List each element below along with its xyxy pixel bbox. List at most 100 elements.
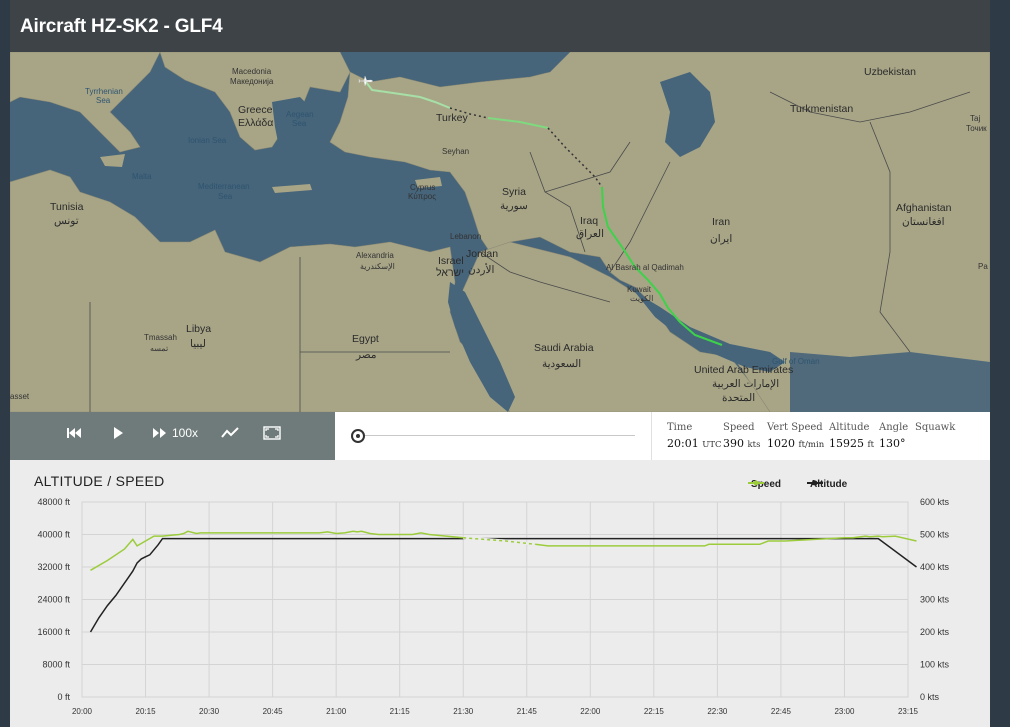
map-label: Alexandria xyxy=(356,251,394,260)
map-label: مصر xyxy=(356,349,377,361)
map-label: Saudi Arabia xyxy=(534,342,594,354)
title-bar: Aircraft HZ-SK2 - GLF4 xyxy=(10,0,990,52)
land-italy xyxy=(10,52,161,153)
map-label: Jordan xyxy=(466,248,499,260)
map-label: Точик xyxy=(966,124,987,133)
map-label: Aegean xyxy=(286,110,314,119)
map-label: Kuwait xyxy=(627,285,652,294)
info-angle: Angle 130° xyxy=(879,422,909,450)
y-right-tick-label: 100 kts xyxy=(920,660,950,670)
flight-info-panel: Time 20:01 UTC Speed 390 kts Vert Speed … xyxy=(651,412,990,460)
x-tick-label: 23:00 xyxy=(834,707,855,716)
map-label: سورية xyxy=(500,200,528,212)
fullscreen-button[interactable] xyxy=(263,426,281,440)
x-tick-label: 21:00 xyxy=(326,707,347,716)
map-label: تونس xyxy=(54,215,79,227)
map-label: Taj xyxy=(970,114,981,123)
map-label: Syria xyxy=(502,186,526,198)
map-label: Sea xyxy=(96,96,111,105)
y-left-tick-label: 0 ft xyxy=(57,692,70,702)
map-label: Lebanon xyxy=(450,232,482,241)
map-label: Pa xyxy=(978,262,988,271)
map-label: Turkmenistan xyxy=(790,103,854,115)
map-label: Gulf of Oman xyxy=(772,357,820,366)
map-label: الإسكندرية xyxy=(360,262,395,271)
speed-button[interactable]: 100x xyxy=(152,426,198,440)
graph-icon xyxy=(221,427,239,438)
map-label: Tyrrhenian xyxy=(85,87,123,96)
app-window: Aircraft HZ-SK2 - GLF4 Macedonia Македон… xyxy=(0,0,1010,727)
x-tick-label: 22:45 xyxy=(771,707,792,716)
info-speed: Speed 390 kts xyxy=(723,422,761,450)
x-tick-label: 20:30 xyxy=(199,707,220,716)
x-tick-label: 22:00 xyxy=(580,707,601,716)
map-label: الإمارات العربية xyxy=(712,378,780,390)
y-left-tick-label: 40000 ft xyxy=(37,530,70,540)
map-label: Libya xyxy=(186,323,212,335)
map-label: Afghanistan xyxy=(896,202,952,214)
map-label: Iran xyxy=(712,216,731,228)
y-right-tick-label: 0 kts xyxy=(920,692,940,702)
x-tick-label: 22:15 xyxy=(644,707,665,716)
map-label: Sea xyxy=(218,192,233,201)
map-label: Tunisia xyxy=(50,201,84,213)
map-label: Mediterranean xyxy=(198,182,250,191)
altitude-speed-chart: ALTITUDE / SPEED Speed Altitude 0 ft 0 kt… xyxy=(10,460,990,727)
timeline-handle[interactable] xyxy=(351,429,365,443)
x-tick-label: 20:45 xyxy=(263,707,284,716)
map-label: Al Basrah al Qadimah xyxy=(606,263,684,272)
y-right-tick-label: 400 kts xyxy=(920,562,950,572)
play-icon xyxy=(114,427,123,439)
y-left-tick-label: 48000 ft xyxy=(37,497,70,507)
graph-toggle-button[interactable] xyxy=(220,426,240,440)
island-crete xyxy=(272,184,312,193)
y-right-tick-label: 500 kts xyxy=(920,530,950,540)
map-label: العراق xyxy=(576,228,605,240)
x-tick-label: 21:45 xyxy=(517,707,538,716)
map-label: Egypt xyxy=(352,333,379,345)
map-label: Cyprus xyxy=(410,183,436,192)
timeline-slider[interactable] xyxy=(335,412,651,460)
map-label: Israel xyxy=(438,255,464,267)
playback-controls: 100x xyxy=(10,412,335,460)
x-tick-label: 23:15 xyxy=(898,707,919,716)
y-right-tick-label: 300 kts xyxy=(920,595,950,605)
island-sicily xyxy=(100,154,125,167)
map-label: ليبيا xyxy=(190,338,206,350)
map-label: الأردن xyxy=(468,264,495,276)
map-label: ישראל xyxy=(436,267,464,279)
y-right-tick-label: 600 kts xyxy=(920,497,950,507)
map-label: السعودية xyxy=(542,358,582,370)
flight-map[interactable]: Macedonia Македонија Tyrrhenian Sea Greece Ελ… xyxy=(10,52,990,412)
x-tick-label: 20:15 xyxy=(136,707,157,716)
map-label: المتحدة xyxy=(722,392,756,404)
map-label: افغانستان xyxy=(902,216,945,228)
map-label: Sea xyxy=(292,119,307,128)
map-label: Uzbekistan xyxy=(864,66,916,78)
map-label: Tmassah xyxy=(144,333,177,342)
land-north-africa xyxy=(10,169,511,412)
y-right-tick-label: 200 kts xyxy=(920,627,950,637)
map-label: Iraq xyxy=(580,215,599,227)
info-time: Time 20:01 UTC xyxy=(667,422,722,450)
y-left-tick-label: 8000 ft xyxy=(42,660,70,670)
map-label: Македонија xyxy=(230,77,274,86)
y-left-tick-label: 16000 ft xyxy=(37,627,70,637)
map-label: Ionian Sea xyxy=(188,136,227,145)
rewind-icon xyxy=(67,428,81,438)
rewind-button[interactable] xyxy=(66,426,82,440)
info-squawk: Squawk xyxy=(915,422,956,433)
map-label: ایران xyxy=(710,233,733,245)
timeline-track[interactable] xyxy=(359,435,635,436)
x-tick-label: 21:30 xyxy=(453,707,474,716)
map-label: Malta xyxy=(132,172,152,181)
info-vert-speed: Vert Speed 1020 ft/min xyxy=(767,422,825,450)
y-left-tick-label: 32000 ft xyxy=(37,562,70,572)
chart-plot[interactable]: 0 ft 0 kts 8000 ft 100 kts 16000 ft 200 kts 24… xyxy=(10,460,990,727)
map-label: Turkey xyxy=(436,112,468,124)
x-tick-label: 21:15 xyxy=(390,707,411,716)
map-label: تمسه xyxy=(150,344,169,353)
y-left-tick-label: 24000 ft xyxy=(37,595,70,605)
map-label: Κύπρος xyxy=(408,192,437,201)
play-button[interactable] xyxy=(112,426,124,440)
